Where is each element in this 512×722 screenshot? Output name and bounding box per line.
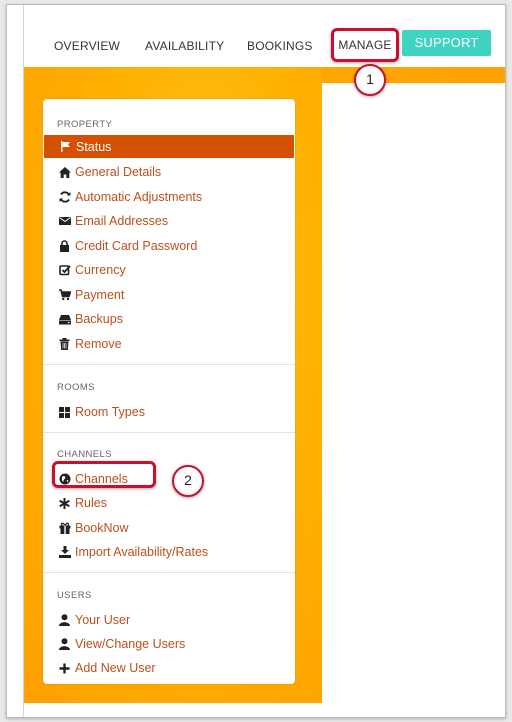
sidebar-item-label: Backups bbox=[75, 312, 123, 326]
hdd-icon bbox=[58, 313, 71, 326]
sidebar-item-label: Payment bbox=[75, 288, 125, 302]
section-heading-channels: CHANNELS bbox=[57, 449, 112, 460]
envelope-icon bbox=[58, 215, 71, 228]
user-icon bbox=[58, 638, 71, 651]
sidebar-item-label: Your User bbox=[75, 613, 131, 627]
sidebar-item-label: View/Change Users bbox=[75, 637, 186, 651]
main-content-area bbox=[323, 83, 505, 717]
asterisk-icon bbox=[58, 497, 71, 510]
download-icon bbox=[58, 546, 71, 559]
cart-icon bbox=[58, 289, 71, 302]
sidebar-item-label: Rules bbox=[75, 496, 107, 510]
sidebar-item-payment[interactable]: Payment bbox=[43, 283, 295, 307]
step-callout-2: 2 bbox=[172, 465, 204, 497]
sidebar-item-rules[interactable]: Rules bbox=[43, 491, 295, 515]
section-heading-property: PROPERTY bbox=[57, 119, 113, 130]
home-icon bbox=[58, 166, 71, 179]
gift-icon bbox=[58, 522, 71, 535]
plus-icon bbox=[58, 662, 71, 675]
section-heading-users: USERS bbox=[57, 590, 92, 601]
manage-sidebar: PROPERTY Status General Details Automati… bbox=[43, 99, 295, 684]
channels-highlight-box bbox=[52, 461, 156, 488]
left-margin bbox=[7, 5, 24, 717]
sidebar-item-credit-card-password[interactable]: Credit Card Password bbox=[43, 234, 295, 258]
nav-bookings[interactable]: BOOKINGS bbox=[247, 33, 313, 59]
sidebar-item-status[interactable]: Status bbox=[44, 135, 294, 158]
edit-check-icon bbox=[58, 264, 71, 277]
sidebar-item-label: Import Availability/Rates bbox=[75, 545, 209, 559]
sidebar-item-automatic-adjustments[interactable]: Automatic Adjustments bbox=[43, 185, 295, 209]
nav-overview[interactable]: OVERVIEW bbox=[54, 33, 120, 59]
sidebar-item-label: Currency bbox=[75, 263, 126, 277]
sidebar-item-backups[interactable]: Backups bbox=[43, 307, 295, 331]
sidebar-item-add-new-user[interactable]: Add New User bbox=[43, 656, 295, 680]
sidebar-item-view-change-users[interactable]: View/Change Users bbox=[43, 632, 295, 656]
refresh-icon bbox=[58, 191, 71, 204]
sidebar-item-import-availability-rates[interactable]: Import Availability/Rates bbox=[43, 540, 295, 564]
step-callout-1: 1 bbox=[354, 64, 386, 96]
sidebar-item-label: Automatic Adjustments bbox=[75, 190, 203, 204]
trash-icon bbox=[58, 338, 71, 351]
sidebar-item-room-types[interactable]: Room Types bbox=[43, 400, 295, 424]
sidebar-item-email-addresses[interactable]: Email Addresses bbox=[43, 209, 295, 233]
sidebar-item-label: Status bbox=[76, 139, 112, 154]
nav-availability[interactable]: AVAILABILITY bbox=[145, 33, 224, 59]
sidebar-item-label: Email Addresses bbox=[75, 214, 169, 228]
sidebar-item-label: Remove bbox=[75, 337, 122, 351]
section-divider bbox=[43, 572, 295, 573]
sidebar-item-label: General Details bbox=[75, 165, 162, 179]
user-icon bbox=[58, 614, 71, 627]
section-divider bbox=[43, 364, 295, 365]
nav-support-button[interactable]: SUPPORT bbox=[402, 30, 491, 56]
sidebar-item-booknow[interactable]: BookNow bbox=[43, 516, 295, 540]
screenshot-frame: OVERVIEW AVAILABILITY BOOKINGS MANAGE SU… bbox=[6, 4, 506, 718]
sidebar-item-currency[interactable]: Currency bbox=[43, 258, 295, 282]
sidebar-item-label: Room Types bbox=[75, 405, 145, 419]
sidebar-item-label: Add New User bbox=[75, 661, 156, 675]
sidebar-item-general-details[interactable]: General Details bbox=[43, 160, 295, 184]
flag-icon bbox=[59, 140, 72, 153]
sidebar-item-label: Credit Card Password bbox=[75, 239, 198, 253]
lock-icon bbox=[58, 240, 71, 253]
grid-icon bbox=[58, 406, 71, 419]
section-heading-rooms: ROOMS bbox=[57, 382, 95, 393]
section-divider bbox=[43, 432, 295, 433]
sidebar-item-your-user[interactable]: Your User bbox=[43, 608, 295, 632]
nav-manage[interactable]: MANAGE bbox=[331, 28, 399, 62]
sidebar-item-label: BookNow bbox=[75, 521, 129, 535]
sidebar-item-remove[interactable]: Remove bbox=[43, 332, 295, 356]
